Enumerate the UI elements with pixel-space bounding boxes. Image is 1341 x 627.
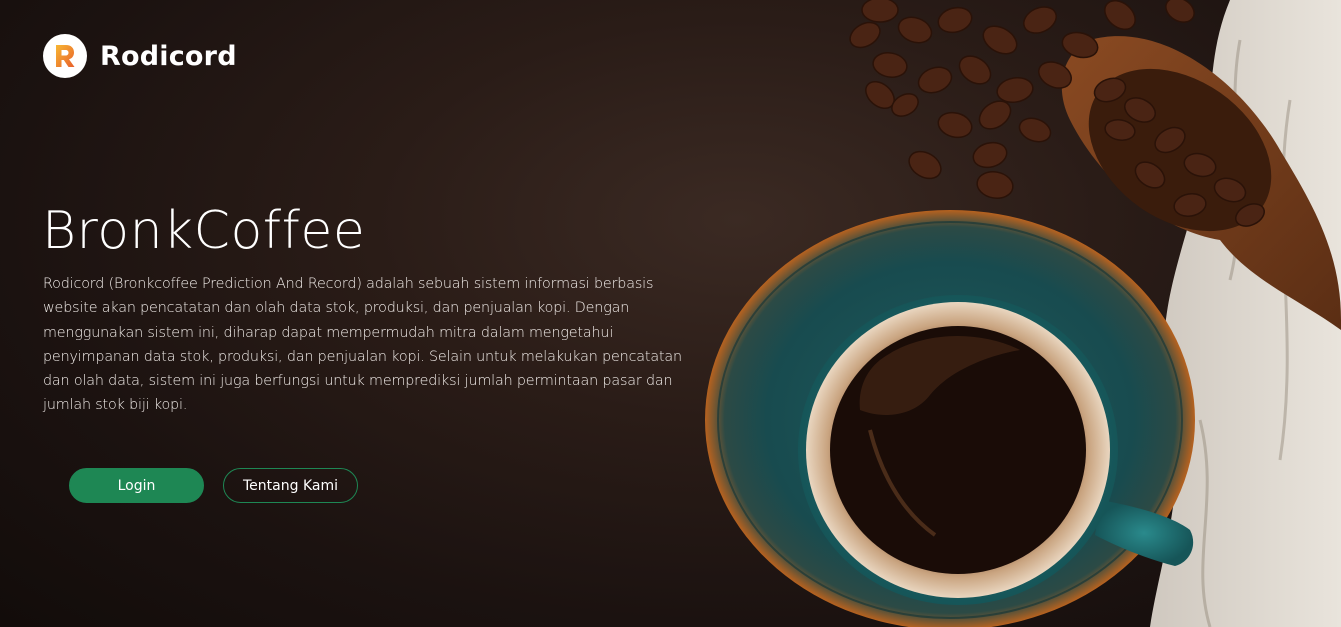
rodicord-r-logo-icon [43,34,87,78]
brand[interactable]: Rodicord [43,34,237,78]
landing-page: Rodicord BronkCoffee Rodicord (Bronkcoff… [0,0,1341,627]
brand-name: Rodicord [100,40,237,72]
hero-description: Rodicord (Bronkcoffee Prediction And Rec… [43,276,682,414]
login-button[interactable]: Login [69,468,204,503]
about-us-button[interactable]: Tentang Kami [223,468,358,503]
coffee-cup [798,295,1118,605]
hero-title: BronkCoffee [42,201,366,261]
